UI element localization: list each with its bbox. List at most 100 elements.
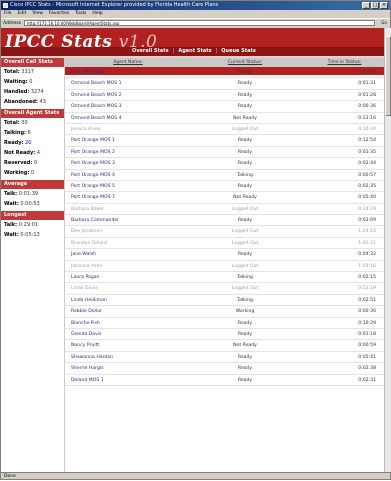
maximize-button[interactable]: □ xyxy=(371,2,379,9)
stat-row: Total: 3317 xyxy=(1,67,64,77)
time-cell: 0:01:18 xyxy=(358,331,376,337)
agent-stats-table: Agent Name: Current Status: Time in Stat… xyxy=(65,58,384,472)
agent-name-cell: Johanna Ashe xyxy=(71,263,103,269)
agent-name-cell: Port Orange MOS 2 xyxy=(71,149,115,155)
table-row: Linda Davis Logged Out 0:52:19 xyxy=(65,283,384,295)
header-current-status[interactable]: Current Status: xyxy=(185,58,305,67)
agent-name-cell: Ormond Beach MOS 2 xyxy=(71,92,122,98)
table-row: Jessica Alvey Logged Out 4:16:44 xyxy=(65,124,384,136)
status-cell: Logged Out xyxy=(231,229,259,235)
agent-name-cell: Port Orange MOS 4 xyxy=(71,172,115,178)
menu-edit[interactable]: Edit xyxy=(18,10,27,18)
table-row: Robbie Dollar Working 0:00:30 xyxy=(65,306,384,318)
stat-row: Handled: 3274 xyxy=(1,87,64,97)
browser-window: Cisco IPCC Stats - Microsoft Internet Ex… xyxy=(0,0,391,480)
table-row: Deland MOS 1 Ready 0:02:31 xyxy=(65,375,384,386)
stat-value: 3317 xyxy=(21,69,34,75)
status-cell: Logged Out xyxy=(231,286,259,292)
status-cell: Ready xyxy=(237,81,253,87)
nav-queue-stats[interactable]: Queue Stats xyxy=(218,47,259,56)
time-cell: 0:01:35 xyxy=(358,149,376,155)
title-bar: Cisco IPCC Stats - Microsoft Internet Ex… xyxy=(1,1,390,10)
table-row: Shawanna Hardan Ready 0:05:41 xyxy=(65,352,384,364)
status-cell: Logged Out xyxy=(231,240,259,246)
stat-label: Total: xyxy=(4,120,20,126)
menu-favorites[interactable]: Favorites xyxy=(49,10,69,18)
agent-name-cell: Barbara Commander xyxy=(71,218,120,224)
agent-name-cell: Ormond Beach MOS 3 xyxy=(71,104,122,110)
minimize-button[interactable]: _ xyxy=(362,2,370,9)
stat-label: Ready: xyxy=(4,140,24,146)
status-cell: Talking xyxy=(237,172,253,178)
panel-title-overall-agent: Overall Agent Stats xyxy=(1,109,64,118)
status-cell: Ready xyxy=(237,331,253,337)
time-cell: 0:03:09 xyxy=(358,218,376,224)
agent-name-cell: Sherrie Hargis xyxy=(71,366,104,372)
time-cell: 0:02:51 xyxy=(358,297,376,303)
status-text: Done xyxy=(4,474,16,479)
stat-value: 0:01:39 xyxy=(18,191,39,197)
header-agent-name[interactable]: Agent Name: xyxy=(65,58,185,67)
status-cell: Ready xyxy=(237,104,253,110)
table-row: Port Orange MOS 7 Not Ready 0:05:40 xyxy=(65,192,384,204)
table-row: Linda Heidiman Talking 0:02:51 xyxy=(65,295,384,307)
menu-file[interactable]: File xyxy=(4,10,12,18)
status-cell: Ready xyxy=(237,70,253,75)
agent-name-cell: Jane Walsh xyxy=(71,252,97,258)
scroll-thumb[interactable] xyxy=(385,36,391,116)
agent-name-cell: Dee Jacobsen xyxy=(71,229,103,235)
stat-label: Reserved: xyxy=(4,160,33,166)
address-input[interactable]: http://172.16.10.40/WebBoard/AgentStats.… xyxy=(23,20,375,26)
main-nav: Overall Stats | Agent Stats | Queue Stat… xyxy=(129,47,259,56)
table-row: Port Orange MOS 1 Ready 0:12:54 xyxy=(65,135,384,147)
vertical-scrollbar[interactable] xyxy=(384,28,391,472)
time-cell: 1:24:14 xyxy=(358,229,376,235)
status-cell: Logged Out xyxy=(231,263,259,269)
time-cell: 0:23:16 xyxy=(358,115,376,121)
stat-label: Talking: xyxy=(4,130,27,136)
status-cell: Ready xyxy=(237,183,253,189)
stat-row: Waiting: 0 xyxy=(1,77,64,87)
stat-value: 6 xyxy=(27,130,31,136)
agent-name-cell: Port Orange MOS 5 xyxy=(71,183,115,189)
table-row: Port Orange MOS 2 Ready 0:01:35 xyxy=(65,147,384,159)
status-cell: Not Ready xyxy=(233,115,257,121)
stat-label: Waiting: xyxy=(4,79,28,85)
status-cell: Ready xyxy=(237,320,253,326)
agent-name-cell: Linda Davis xyxy=(71,286,98,292)
agent-name-cell: Port Orange MOS 1 xyxy=(71,138,115,144)
status-cell: Ready xyxy=(237,377,253,383)
stat-row: Abandoned: 43 xyxy=(1,97,64,107)
stat-label: Total: xyxy=(4,69,20,75)
nav-agent-stats[interactable]: Agent Stats xyxy=(175,47,214,56)
time-cell: 0:24:29 xyxy=(358,206,376,212)
time-cell: 0:00:22 xyxy=(358,70,376,75)
stat-row: Working: 0 xyxy=(1,168,64,178)
menu-view[interactable]: View xyxy=(32,10,43,18)
time-cell: 0:01:31 xyxy=(358,81,376,87)
address-bar: Address http://172.16.10.40/WebBoard/Age… xyxy=(1,18,390,27)
stat-row: Talk: 0:29:01 xyxy=(1,220,64,230)
status-bar: Done xyxy=(1,472,390,480)
status-cell: Working xyxy=(235,309,255,315)
table-row: Ormond Beach MOS 4 Not Ready 0:23:16 xyxy=(65,113,384,124)
table-row: Blanche Fish Ready 0:10:29 xyxy=(65,318,384,329)
close-button[interactable]: × xyxy=(380,2,388,9)
status-cell: Ready xyxy=(237,138,253,144)
table-row: Barbara Commander Ready 0:03:09 xyxy=(65,215,384,227)
panel-title-average: Average xyxy=(1,180,64,189)
panel-title-longest: Longest xyxy=(1,211,64,220)
agent-name-cell: Nancy Pruitt xyxy=(71,343,100,349)
panel-title-overall-call: Overall Call Stats xyxy=(1,58,64,67)
table-row: Ormond Beach MOS 2 Ready 0:01:28 xyxy=(65,90,384,102)
nav-overall-stats[interactable]: Overall Stats xyxy=(129,47,172,56)
stat-label: Abandoned: xyxy=(4,99,38,105)
time-cell: 0:52:19 xyxy=(358,286,376,292)
time-cell: 0:10:29 xyxy=(358,320,376,326)
menu-help[interactable]: Help xyxy=(92,10,102,18)
header-time-in-status[interactable]: Time in Status: xyxy=(305,58,384,67)
agent-name-cell: Linda Heidiman xyxy=(71,297,107,303)
table-row: Sherrie Hargis Ready 0:02:38 xyxy=(65,363,384,375)
go-button[interactable]: Go xyxy=(378,20,390,26)
menu-tools[interactable]: Tools xyxy=(75,10,86,18)
